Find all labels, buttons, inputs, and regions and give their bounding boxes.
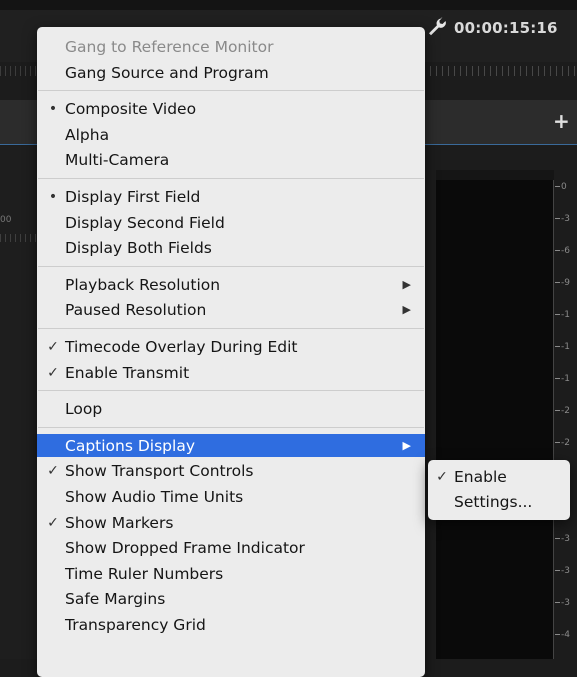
menu-item-time-ruler-numbers[interactable]: Time Ruler Numbers [37,562,425,586]
meter-tick: -1 [555,310,577,322]
menu-item-show-markers[interactable]: ✓ Show Markers [37,511,425,535]
meter-tick: -2 [555,438,577,450]
menu-item-gang-source-and-program[interactable]: Gang Source and Program [37,61,425,85]
submenu-item-settings[interactable]: Settings... [428,490,570,514]
menu-item-show-transport-controls[interactable]: ✓ Show Transport Controls [37,459,425,483]
menu-item-label: Multi-Camera [65,151,170,170]
submenu-arrow-icon: ▶ [402,277,411,291]
meter-tick: -3 [555,598,577,610]
submenu-item-label: Enable [454,468,507,486]
menu-item-enable-transmit[interactable]: ✓ Enable Transmit [37,361,425,385]
menu-item-label: Enable Transmit [65,363,190,382]
meter-tick: -1 [555,374,577,386]
meter-tick: -3 [555,214,577,226]
menu-item-paused-resolution[interactable]: Paused Resolution ▶ [37,298,425,322]
menu-item-label: Transparency Grid [65,616,206,634]
time-ruler-left [0,66,38,76]
checkmark-icon: ✓ [47,514,59,531]
menu-item-playback-resolution[interactable]: Playback Resolution ▶ [37,273,425,297]
submenu-item-enable[interactable]: ✓ Enable [428,465,570,489]
menu-item-alpha[interactable]: Alpha [37,123,425,147]
menu-item-label: Show Markers [65,513,174,532]
menu-separator [38,328,424,329]
plus-icon[interactable]: + [553,109,570,133]
menu-item-show-audio-time-units[interactable]: Show Audio Time Units [37,485,425,509]
menu-item-show-dropped-frame-indicator[interactable]: Show Dropped Frame Indicator [37,536,425,560]
menu-item-display-first-field[interactable]: • Display First Field [37,185,425,209]
menu-separator [38,390,424,392]
audio-meter-scale [553,180,554,659]
menu-separator [38,178,424,179]
submenu-arrow-icon: ▶ [402,438,411,452]
menu-item-label: Playback Resolution [65,275,221,294]
menu-item-display-second-field[interactable]: Display Second Field [37,211,425,235]
timecode-display[interactable]: 00:00:15:16 [454,19,558,37]
menu-separator [38,426,424,428]
submenu-item-label: Settings... [454,493,533,511]
menu-item-display-both-fields[interactable]: Display Both Fields [37,236,425,260]
menu-item-label: Display Both Fields [65,239,212,258]
menu-separator [38,90,424,92]
meter-tick: -3 [555,534,577,546]
checkmark-icon: ✓ [436,469,448,485]
monitor-context-menu: Gang to Reference Monitor Gang Source and… [37,27,425,677]
checkmark-icon: ✓ [47,364,59,381]
video-frame [436,180,554,659]
menu-item-label: Show Dropped Frame Indicator [65,539,305,558]
menu-separator [38,265,424,267]
submenu-arrow-icon: ▶ [402,303,411,317]
meter-tick: 0 [555,182,577,194]
menu-item-label: Captions Display [65,436,195,455]
meter-tick: -6 [555,246,577,258]
menu-item-label: Timecode Overlay During Edit [65,338,298,356]
menu-item-composite-video[interactable]: • Composite Video [37,97,425,121]
menu-item-label: Gang Source and Program [65,63,269,82]
meter-tick: -2 [555,406,577,418]
menu-item-safe-margins[interactable]: Safe Margins [37,587,425,611]
checkmark-icon: ✓ [47,463,59,480]
menu-item-loop[interactable]: Loop [37,397,425,421]
menu-item-label: Safe Margins [65,590,166,609]
meter-tick: -1 [555,342,577,354]
menu-item-label: Composite Video [65,100,197,119]
menu-item-label: Show Audio Time Units [65,488,244,506]
checkmark-icon: ✓ [47,339,59,355]
time-ruler-right[interactable] [430,66,577,76]
captions-display-submenu: ✓ Enable Settings... [428,460,570,520]
menu-item-transparency-grid[interactable]: Transparency Grid [37,613,425,637]
menu-item-label: Paused Resolution [65,301,207,320]
menu-item-label: Show Transport Controls [65,462,254,481]
title-strip [0,0,577,10]
menu-item-label: Display Second Field [65,213,225,232]
bullet-icon: • [48,189,58,205]
menu-item-gang-to-reference-monitor: Gang to Reference Monitor [37,35,425,59]
menu-item-label: Loop [65,400,103,419]
menu-item-label: Time Ruler Numbers [65,564,224,583]
ruler-number: 00 [0,215,12,225]
menu-item-captions-display[interactable]: Captions Display ▶ [37,433,425,457]
meter-tick: -3 [555,566,577,578]
menu-item-label: Gang to Reference Monitor [65,38,274,56]
menu-item-label: Display First Field [65,188,201,206]
menu-item-multi-camera[interactable]: Multi-Camera [37,148,425,172]
time-ruler-secondary [0,234,38,242]
menu-item-label: Alpha [65,125,110,144]
wrench-icon[interactable] [426,16,448,38]
meter-tick: -9 [555,278,577,290]
bullet-icon: • [48,101,58,118]
meter-tick: -4 [555,630,577,642]
menu-item-timecode-overlay-during-edit[interactable]: ✓ Timecode Overlay During Edit [37,335,425,359]
